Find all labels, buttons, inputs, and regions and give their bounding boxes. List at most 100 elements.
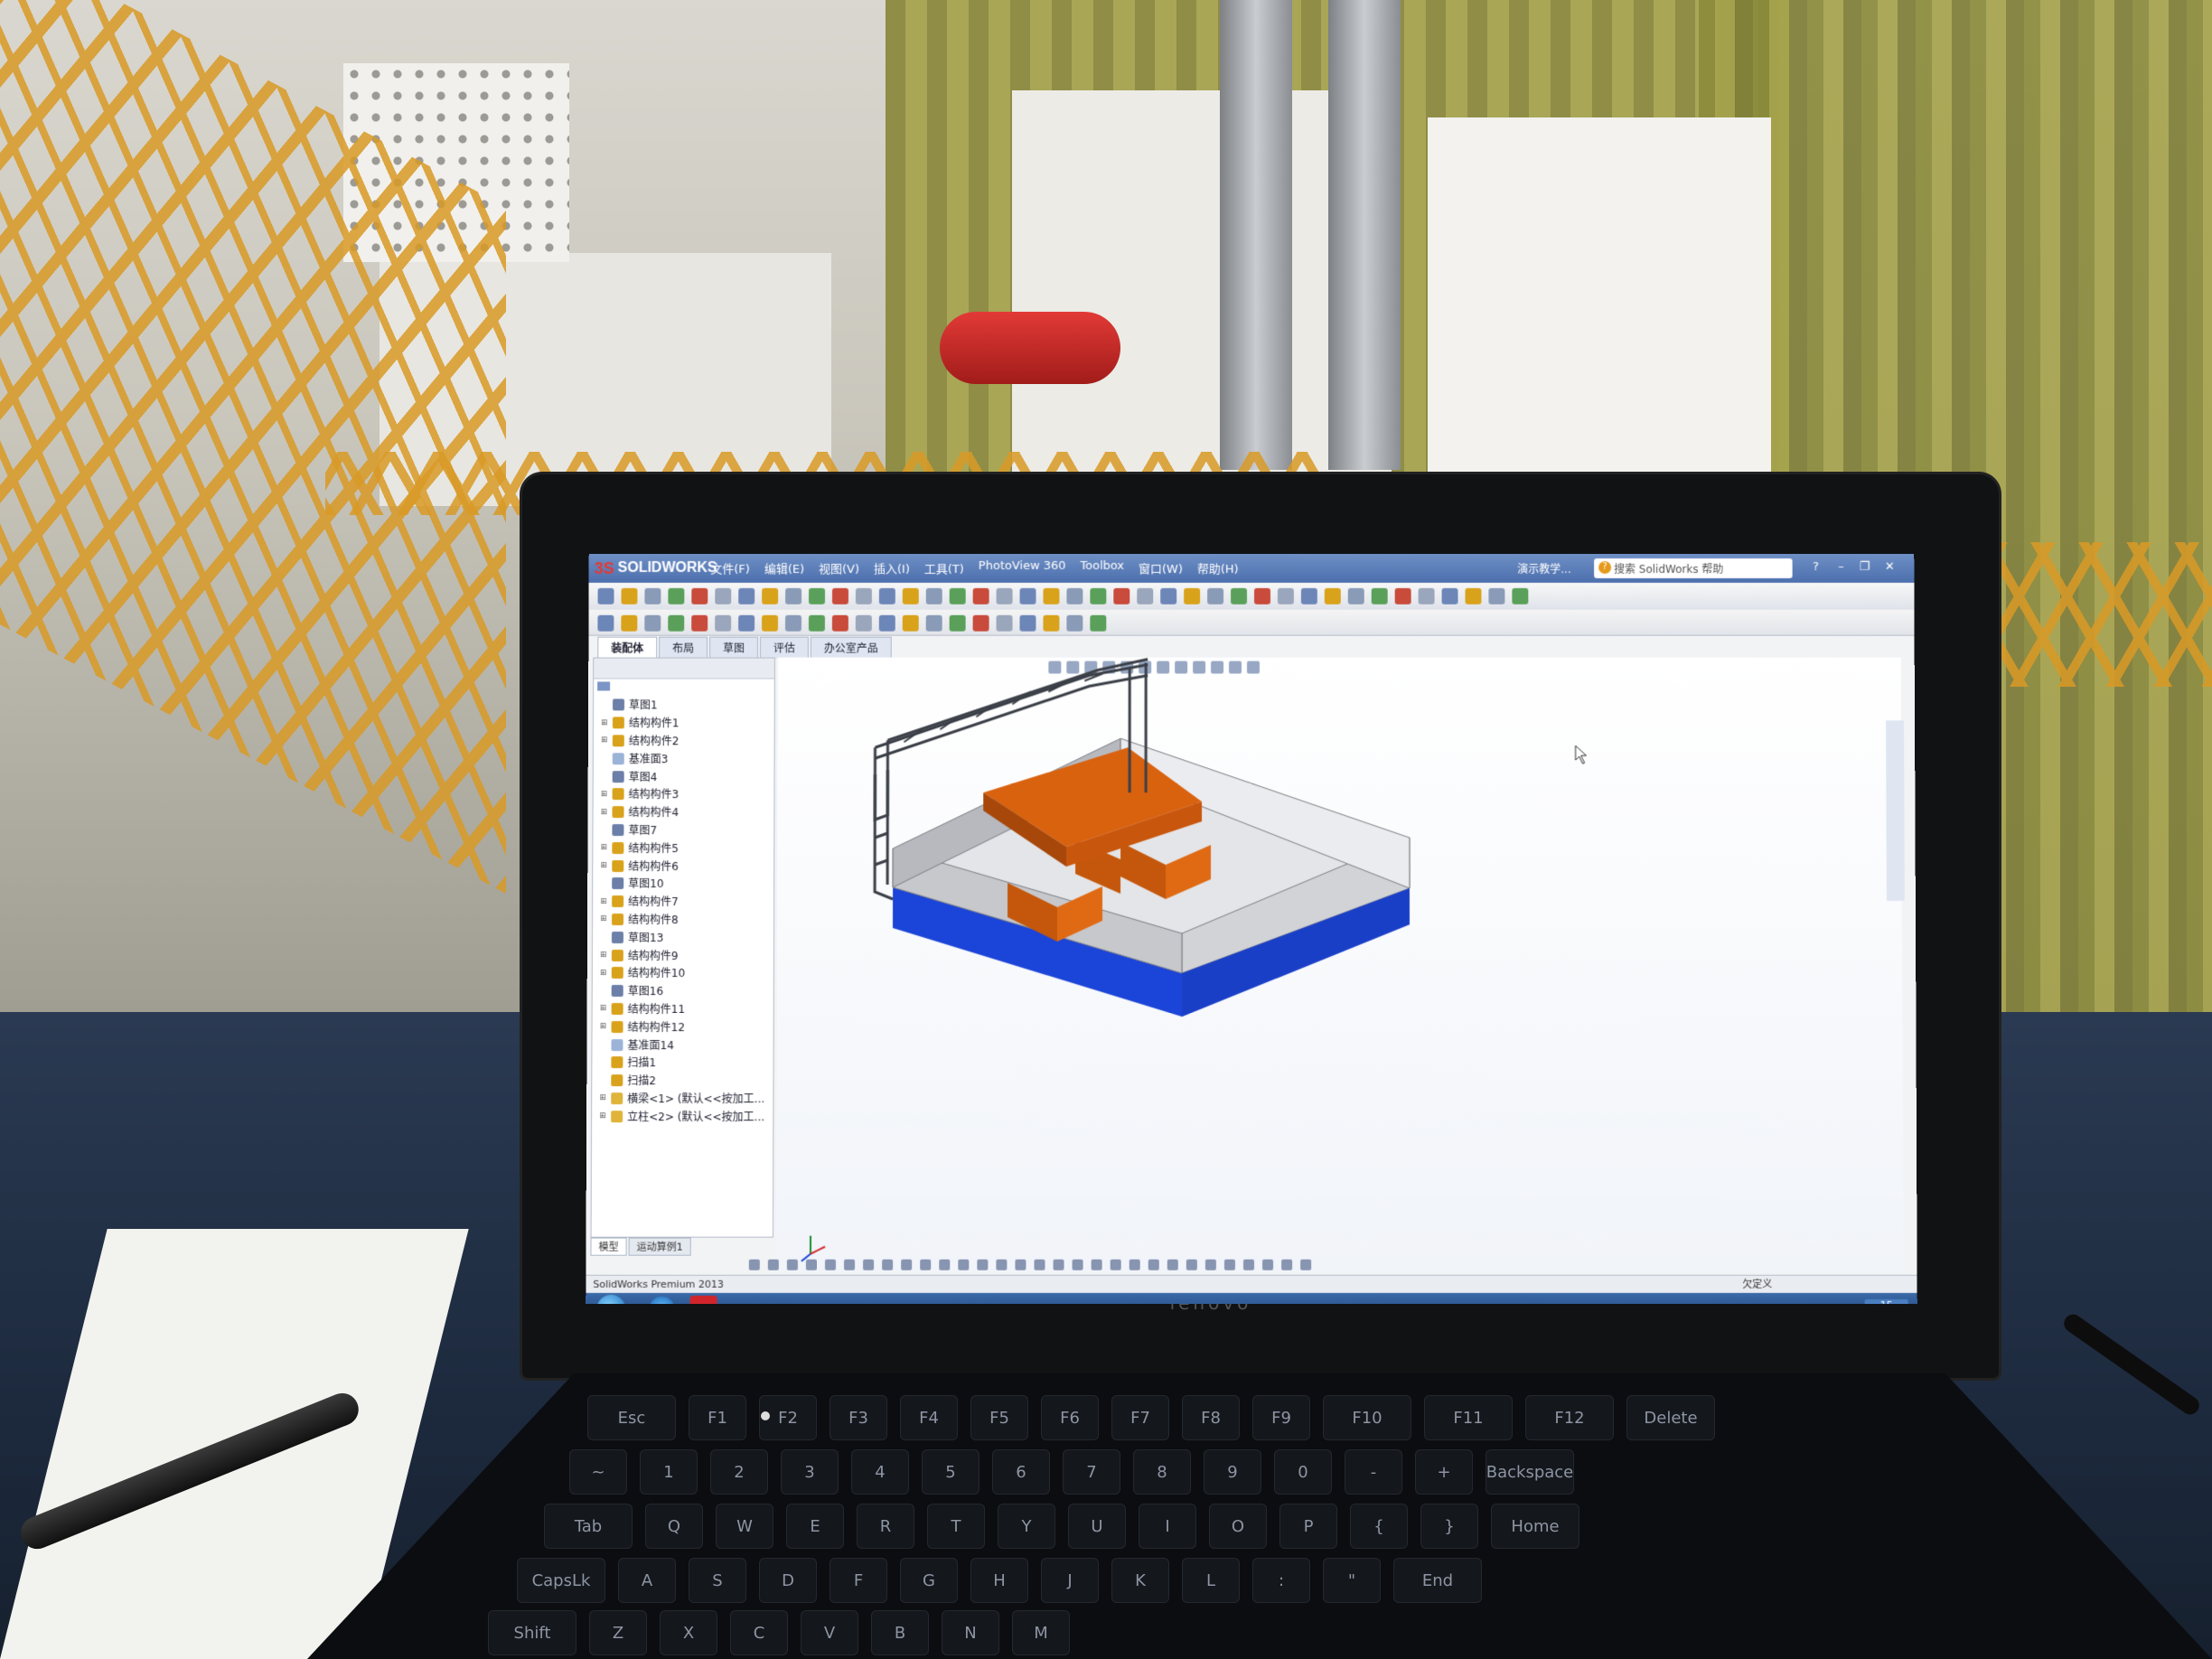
feature-tree-item[interactable]: ⊞ 结构构件4 (600, 803, 766, 821)
toolbar-tool-icon[interactable] (1300, 587, 1317, 605)
toolbar-tool-icon[interactable] (738, 587, 755, 605)
toolbar-tool-icon[interactable] (715, 587, 732, 605)
help-search-input[interactable]: 搜索 SolidWorks 帮助 (1594, 558, 1793, 578)
keyboard-key[interactable]: E (786, 1504, 844, 1549)
keyboard-key[interactable]: F5 (970, 1395, 1028, 1440)
expand-icon[interactable]: ⊞ (600, 843, 607, 852)
command-icon[interactable] (748, 1259, 760, 1270)
keyboard-key[interactable]: C (730, 1610, 788, 1655)
keyboard-key[interactable]: F6 (1041, 1395, 1099, 1440)
keyboard-key[interactable]: V (801, 1610, 858, 1655)
toolbar-tool-icon[interactable] (809, 587, 826, 605)
toolbar-tool-icon[interactable] (855, 587, 872, 605)
toolbar-tool-icon[interactable] (1090, 587, 1107, 605)
keyboard-key[interactable]: " (1323, 1558, 1381, 1603)
feature-tree-item[interactable]: ⊞ 结构构件12 (599, 1017, 765, 1036)
toolbar-tool-icon[interactable] (762, 587, 779, 605)
toolbar-tool-icon[interactable] (1113, 587, 1130, 605)
keyboard-key[interactable]: F7 (1111, 1395, 1169, 1440)
help-icon[interactable]: ? (1806, 559, 1826, 576)
toolbar-tool-icon[interactable] (1231, 587, 1248, 605)
command-icon[interactable] (824, 1259, 837, 1270)
toolbar-tool-icon[interactable] (644, 587, 661, 605)
toolbar-tool-icon[interactable] (785, 587, 802, 605)
command-icon[interactable] (901, 1259, 913, 1270)
command-icon[interactable] (882, 1259, 894, 1270)
keyboard-key[interactable]: Z (589, 1610, 647, 1655)
feature-tree-item[interactable]: ⊞ 结构构件2 (601, 732, 767, 750)
toolbar-tool-icon[interactable] (831, 587, 848, 605)
toolbar-tool-icon[interactable] (878, 587, 895, 605)
feature-tree-item[interactable]: 扫描1 (599, 1054, 765, 1072)
toolbar-tool-icon[interactable] (972, 587, 989, 605)
keyboard-key[interactable]: I (1139, 1504, 1196, 1549)
toolbar-tool-icon[interactable] (1324, 587, 1341, 605)
command-icon[interactable] (958, 1259, 970, 1270)
command-icon[interactable] (1300, 1259, 1312, 1270)
toolbar-tool-icon[interactable] (597, 587, 614, 605)
feature-tree-item[interactable]: ⊞ 结构构件9 (600, 946, 766, 964)
keyboard-key[interactable]: Esc (587, 1395, 676, 1440)
toolbar-tool-icon[interactable] (855, 614, 872, 632)
feature-manager-tabs[interactable] (594, 658, 774, 680)
keyboard-key[interactable]: F3 (830, 1395, 887, 1440)
keyboard-key[interactable]: K (1111, 1558, 1169, 1603)
expand-icon[interactable]: ⊞ (601, 790, 608, 799)
menu-photoview[interactable]: PhotoView 360 (979, 559, 1066, 576)
expand-icon[interactable]: ⊞ (600, 897, 607, 906)
toolbar-tool-icon[interactable] (1253, 587, 1270, 605)
keyboard-key[interactable]: } (1420, 1504, 1478, 1549)
keyboard-key[interactable]: F11 (1424, 1395, 1513, 1440)
toolbar-tool-icon[interactable] (1066, 614, 1083, 632)
keyboard-key[interactable]: Backspace (1486, 1449, 1574, 1495)
keyboard-key[interactable]: W (716, 1504, 773, 1549)
command-icon[interactable] (1242, 1259, 1255, 1270)
toolbar-tool-icon[interactable] (621, 614, 638, 632)
command-icon[interactable] (863, 1259, 875, 1270)
command-icon[interactable] (939, 1259, 951, 1270)
command-icon[interactable] (1204, 1259, 1216, 1270)
toolbar-tool-icon[interactable] (784, 614, 802, 632)
task-pane-tabs[interactable] (1886, 720, 1905, 902)
keyboard-key[interactable]: 6 (992, 1449, 1050, 1495)
keyboard-key[interactable]: G (900, 1558, 958, 1603)
demo-tutorial-link[interactable]: 演示教学... (1517, 561, 1570, 576)
keyboard-key[interactable]: F12 (1525, 1395, 1614, 1440)
menu-window[interactable]: 窗口(W) (1139, 559, 1183, 576)
keyboard-key[interactable]: 4 (851, 1449, 909, 1495)
command-icon[interactable] (996, 1259, 1008, 1270)
keyboard-key[interactable]: 7 (1063, 1449, 1120, 1495)
toolbar-tool-icon[interactable] (1043, 614, 1060, 632)
command-icon[interactable] (1148, 1259, 1159, 1270)
toolbar-tool-icon[interactable] (996, 614, 1013, 632)
command-icon[interactable] (920, 1259, 932, 1270)
keyboard-key[interactable]: B (871, 1610, 929, 1655)
toolbar-tool-icon[interactable] (808, 614, 825, 632)
toolbar-tool-icon[interactable] (1512, 587, 1529, 605)
expand-icon[interactable]: ⊞ (599, 1094, 606, 1103)
keyboard-key[interactable]: A (618, 1558, 676, 1603)
toolbar-tool-icon[interactable] (902, 587, 919, 605)
toolbar-tool-icon[interactable] (691, 614, 708, 632)
menu-edit[interactable]: 编辑(E) (764, 559, 804, 576)
internet-explorer-icon[interactable] (649, 1296, 675, 1304)
toolbar-tool-icon[interactable] (1160, 587, 1177, 605)
toolbar-tool-icon[interactable] (1488, 587, 1505, 605)
expand-icon[interactable]: ⊞ (600, 861, 607, 870)
toolbar-tool-icon[interactable] (831, 614, 848, 632)
feature-tree-item[interactable]: ⊞ 横梁<1> (默认<<按加工... (599, 1090, 765, 1108)
toolbar-tool-icon[interactable] (668, 614, 685, 632)
graphics-area[interactable] (775, 657, 1904, 1272)
expand-icon[interactable]: ⊞ (600, 914, 607, 923)
command-icon[interactable] (805, 1259, 817, 1270)
keyboard-key[interactable]: End (1393, 1558, 1482, 1603)
toolbar-tool-icon[interactable] (878, 614, 895, 632)
toolbar-tool-icon[interactable] (644, 614, 661, 632)
command-icon[interactable] (1223, 1259, 1235, 1270)
keyboard-key[interactable]: Tab (544, 1504, 633, 1549)
keyboard-key[interactable]: U (1068, 1504, 1126, 1549)
toolbar-tool-icon[interactable] (902, 614, 919, 632)
toolbar-tool-icon[interactable] (1184, 587, 1201, 605)
toolbar-tool-icon[interactable] (1277, 587, 1294, 605)
feature-tree-item[interactable]: ⊞ 结构构件6 (600, 857, 766, 875)
